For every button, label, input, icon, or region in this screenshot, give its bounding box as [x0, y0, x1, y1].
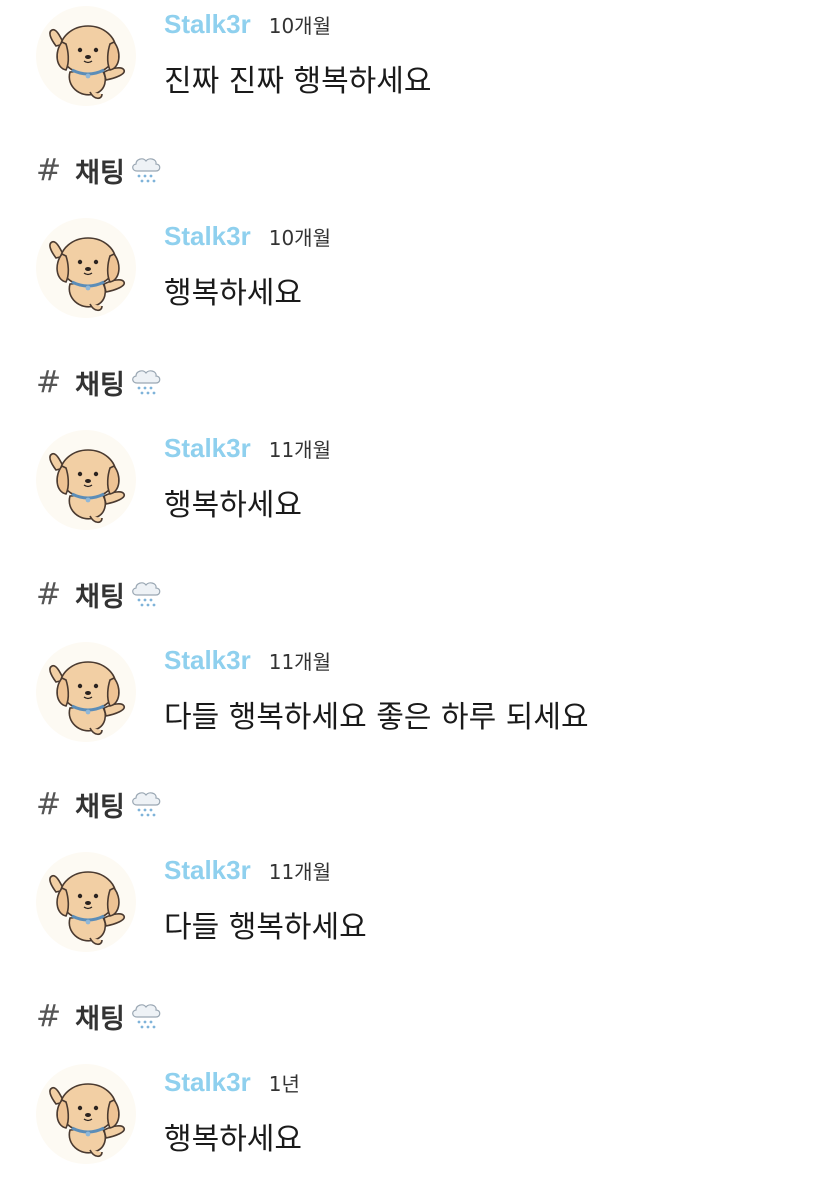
author-name[interactable]: Stalk3r: [164, 645, 251, 676]
rain-cloud-icon: [129, 1001, 163, 1031]
channel-link[interactable]: # 채팅: [36, 574, 163, 614]
puppy-avatar-icon[interactable]: [36, 852, 136, 952]
message-text: 다들 행복하세요 좋은 하루 되세요: [164, 700, 589, 735]
message-meta: Stalk3r 11개월: [164, 850, 331, 890]
channel-name: 채팅: [75, 369, 125, 401]
timestamp: 10개월: [268, 225, 331, 250]
message-item[interactable]: Stalk3r 11개월 행복하세요: [0, 428, 828, 538]
channel-name: 채팅: [75, 1003, 125, 1035]
hash-icon: #: [36, 786, 62, 822]
rain-cloud-icon: [129, 579, 163, 609]
message-meta: Stalk3r 11개월: [164, 428, 331, 468]
channel-name: 채팅: [75, 157, 125, 189]
timestamp: 10개월: [268, 13, 331, 38]
rain-cloud-icon: [129, 789, 163, 819]
message-item[interactable]: Stalk3r 11개월 다들 행복하세요: [0, 850, 828, 960]
channel-link[interactable]: # 채팅: [36, 996, 163, 1036]
timestamp: 1년: [268, 1071, 300, 1096]
message-text: 행복하세요: [164, 488, 302, 523]
message-feed: Stalk3r 10개월 진짜 진짜 행복하세요 # 채팅 Stalk3r 10…: [0, 0, 828, 1200]
message-item[interactable]: Stalk3r 10개월 행복하세요: [0, 216, 828, 326]
rain-cloud-icon: [129, 155, 163, 185]
message-text: 진짜 진짜 행복하세요: [164, 64, 432, 99]
author-name[interactable]: Stalk3r: [164, 433, 251, 464]
hash-icon: #: [36, 576, 62, 612]
message-item[interactable]: Stalk3r 11개월 다들 행복하세요 좋은 하루 되세요: [0, 640, 828, 750]
message-item[interactable]: Stalk3r 1년 행복하세요: [0, 1062, 828, 1172]
puppy-avatar-icon[interactable]: [36, 1064, 136, 1164]
message-meta: Stalk3r 1년: [164, 1062, 300, 1102]
author-name[interactable]: Stalk3r: [164, 221, 251, 252]
channel-link[interactable]: # 채팅: [36, 362, 163, 402]
message-meta: Stalk3r 10개월: [164, 216, 331, 256]
message-text: 행복하세요: [164, 1122, 302, 1157]
message-item[interactable]: Stalk3r 10개월 진짜 진짜 행복하세요: [0, 4, 828, 114]
timestamp: 11개월: [268, 437, 331, 462]
puppy-avatar-icon[interactable]: [36, 642, 136, 742]
message-text: 행복하세요: [164, 276, 302, 311]
hash-icon: #: [36, 152, 62, 188]
message-meta: Stalk3r 10개월: [164, 4, 331, 44]
timestamp: 11개월: [268, 649, 331, 674]
channel-link[interactable]: # 채팅: [36, 784, 163, 824]
timestamp: 11개월: [268, 859, 331, 884]
message-text: 다들 행복하세요: [164, 910, 367, 945]
puppy-avatar-icon[interactable]: [36, 430, 136, 530]
hash-icon: #: [36, 998, 62, 1034]
channel-name: 채팅: [75, 581, 125, 613]
hash-icon: #: [36, 364, 62, 400]
author-name[interactable]: Stalk3r: [164, 855, 251, 886]
channel-link[interactable]: # 채팅: [36, 150, 163, 190]
message-meta: Stalk3r 11개월: [164, 640, 331, 680]
rain-cloud-icon: [129, 367, 163, 397]
channel-name: 채팅: [75, 791, 125, 823]
puppy-avatar-icon[interactable]: [36, 6, 136, 106]
author-name[interactable]: Stalk3r: [164, 1067, 251, 1098]
author-name[interactable]: Stalk3r: [164, 9, 251, 40]
puppy-avatar-icon[interactable]: [36, 218, 136, 318]
